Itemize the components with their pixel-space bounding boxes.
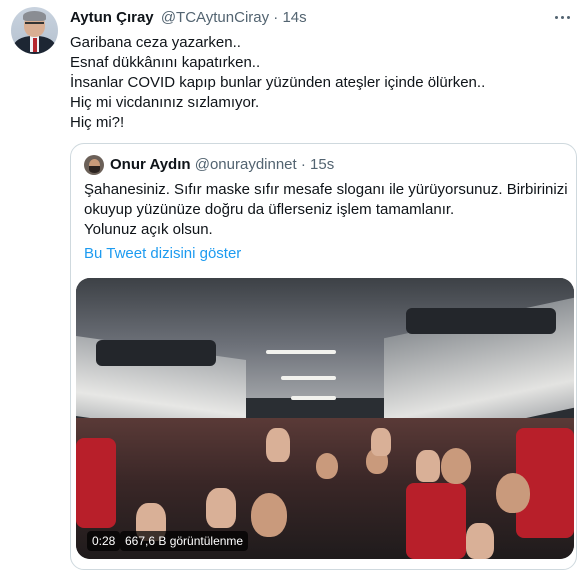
tweet[interactable]: Aytun Çıray @TCAytunCiray · 14s Garibana…: [0, 0, 582, 575]
quoted-author-name: Onur Aydın: [110, 156, 191, 173]
tweet-header: Aytun Çıray @TCAytunCiray · 14s: [70, 8, 307, 28]
video-frame-person: [441, 448, 471, 484]
video-frame-hand: [416, 450, 440, 482]
quoted-avatar-beard: [89, 166, 100, 173]
author-handle[interactable]: @TCAytunCiray: [161, 9, 269, 26]
more-dot: [561, 16, 564, 19]
quoted-text-line: Yolunuz açık olsun.: [84, 221, 213, 238]
video-frame-light: [291, 396, 336, 400]
video-frame-person: [316, 453, 338, 479]
video-frame-light: [281, 376, 336, 380]
quoted-tweet-header: Onur Aydın @onuraydinnet · 15s: [110, 156, 334, 174]
quoted-tweet-text: Şahanesiniz. Sıfır maske sıfır mesafe sl…: [84, 180, 569, 240]
quoted-text-line: Şahanesiniz. Sıfır maske sıfır mesafe sl…: [84, 181, 568, 198]
video-duration: 0:28: [87, 531, 121, 551]
video-frame-light: [266, 350, 336, 354]
avatar-hair: [23, 11, 46, 21]
video-frame-hand: [371, 428, 391, 456]
quoted-tweet-timestamp: 15s: [310, 156, 335, 173]
quoted-tweet[interactable]: Onur Aydın @onuraydinnet · 15s Şahanesin…: [70, 143, 577, 570]
tweet-timestamp[interactable]: 14s: [282, 9, 306, 26]
avatar-tie: [33, 38, 37, 52]
video-frame-hand: [266, 428, 290, 462]
video-frame-person: [251, 493, 287, 537]
video-frame-person: [496, 473, 530, 513]
video-player[interactable]: 0:28 667,6 B görüntülenme: [76, 278, 574, 559]
more-dot: [567, 16, 570, 19]
video-frame-hand: [466, 523, 494, 559]
quoted-header-separator: ·: [300, 156, 306, 173]
show-thread-link[interactable]: Bu Tweet dizisini göster: [84, 244, 241, 264]
quoted-author-handle: @onuraydinnet: [194, 156, 297, 173]
tweet-text-line: Garibana ceza yazarken..: [70, 34, 241, 51]
quoted-text-line: okuyup yüzünüze doğru da üflerseniz işle…: [84, 201, 455, 218]
video-view-count: 667,6 B görüntülenme: [120, 531, 249, 551]
quoted-author-avatar: [84, 155, 104, 175]
tweet-text-line: Hiç mi?!: [70, 114, 125, 131]
author-avatar[interactable]: [11, 7, 58, 54]
tweet-text-line: İnsanlar COVID kapıp bunlar yüzünden ate…: [70, 74, 486, 91]
tweet-text-line: Esnaf dükkânını kapatırken..: [70, 54, 261, 71]
tweet-text: Garibana ceza yazarken.. Esnaf dükkânını…: [70, 33, 570, 133]
more-dots-icon[interactable]: [552, 8, 574, 26]
video-frame-bags: [406, 308, 556, 334]
video-frame-hand: [206, 488, 236, 528]
avatar-glasses: [25, 22, 44, 26]
tweet-text-line: Hiç mi vicdanınız sızlamıyor.: [70, 94, 260, 111]
header-separator: ·: [273, 9, 279, 26]
video-frame-seat: [406, 483, 466, 559]
more-dot: [555, 16, 558, 19]
video-frame-seat: [76, 438, 116, 528]
author-name[interactable]: Aytun Çıray: [70, 9, 154, 26]
video-frame-bags: [96, 340, 216, 366]
